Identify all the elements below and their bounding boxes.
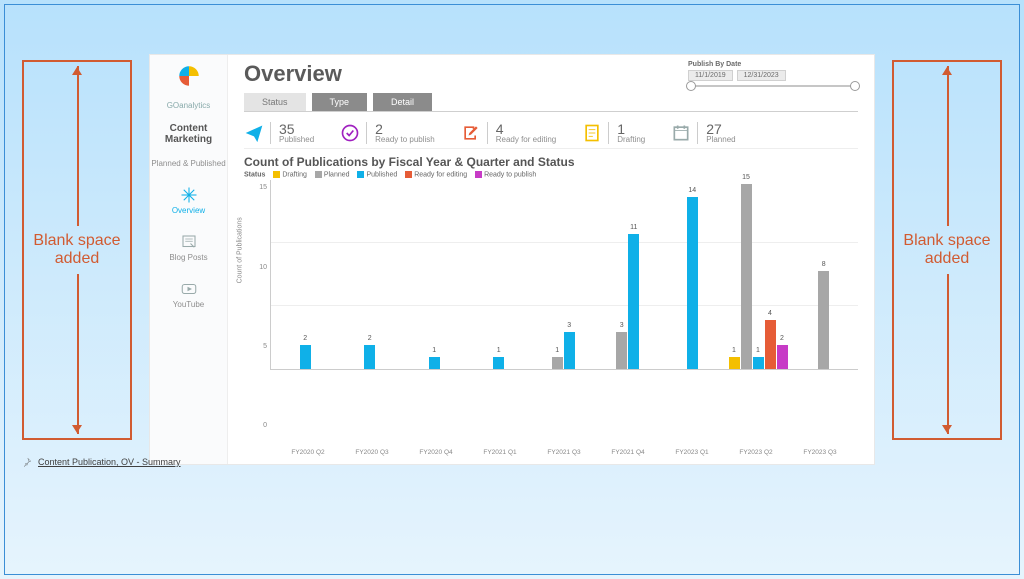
sidebar-item-overview[interactable]: Overview [150,182,227,219]
paper-plane-icon [244,123,264,143]
footer-label: Content Publication, OV - Summary [38,457,181,467]
chart-x-axis: FY2020 Q2FY2020 Q3FY2020 Q4FY2021 Q1FY20… [270,445,858,456]
snowflake-icon [180,186,198,204]
bar[interactable]: 8 [818,271,829,370]
youtube-icon [180,280,198,298]
tab-row: Status Type Detail [244,93,858,112]
bar[interactable]: 3 [564,332,575,369]
bar[interactable]: 1 [552,357,563,369]
sidebar-item-planned-published[interactable]: Planned & Published [150,155,227,172]
bar[interactable]: 1 [493,357,504,369]
tab-status[interactable]: Status [244,93,306,111]
sidebar-item-youtube[interactable]: YouTube [150,276,227,313]
main-content: Overview Publish By Date 11/1/2019 12/31… [228,55,874,464]
sidebar-item-label: YouTube [173,300,204,309]
annotation-text: Blank space added [894,232,1000,267]
bar[interactable]: 1 [753,357,764,369]
tab-detail[interactable]: Detail [373,93,432,111]
bar-group: 2 [277,184,334,369]
bar[interactable]: 15 [741,184,752,369]
bar[interactable]: 4 [765,320,776,369]
y-axis-label: Count of Publications [237,217,244,283]
bar[interactable]: 14 [687,197,698,370]
tab-type[interactable]: Type [312,93,368,111]
bar-group: 311 [600,184,657,369]
calendar-icon [671,123,691,143]
bar[interactable]: 2 [364,345,375,370]
sidebar-section-title: Content Marketing [150,124,227,145]
sidebar-item-label: Overview [172,206,205,215]
bar-group: 8 [796,184,853,369]
slider-handle-left[interactable] [686,81,696,91]
date-from-box[interactable]: 11/1/2019 [688,70,733,81]
bar-group: 14 [664,184,721,369]
bar-group: 115142 [729,184,788,369]
brand-logo-icon [176,63,202,91]
page-title: Overview [244,61,342,87]
kpi-drafting: 1Drafting [582,122,645,144]
dashboard-panel: GOanalytics Content Marketing Planned & … [150,55,874,464]
chart-y-axis: Count of Publications 151050 [244,180,270,445]
chart-title: Count of Publications by Fiscal Year & Q… [244,155,858,169]
kpi-ready-to-publish: 2Ready to publish [340,122,435,144]
bar[interactable]: 11 [628,234,639,370]
bar-group: 1 [471,184,528,369]
slide-footer: Content Publication, OV - Summary [22,457,181,467]
kpi-planned: 27Planned [671,122,735,144]
bar[interactable]: 2 [777,345,788,370]
sidebar: GOanalytics Content Marketing Planned & … [150,55,228,464]
bar[interactable]: 1 [729,357,740,369]
edit-icon [461,123,481,143]
bar[interactable]: 1 [429,357,440,369]
chart-plot: 221113311141151428 [270,180,858,370]
bar-group: 13 [535,184,592,369]
kpi-published: 35Published [244,122,314,144]
annotation-text: Blank space added [24,232,130,267]
check-circle-icon [340,123,360,143]
right-annotation-box: Blank space added [892,60,1002,440]
left-annotation-box: Blank space added [22,60,132,440]
pin-icon [22,457,32,467]
bar[interactable]: 2 [300,345,311,370]
date-range-slider[interactable]: Publish By Date 11/1/2019 12/31/2023 [688,61,858,87]
kpi-ready-for-editing: 4Ready for editing [461,122,556,144]
blog-icon [180,233,198,251]
slider-handle-right[interactable] [850,81,860,91]
bar-group: 2 [342,184,399,369]
date-to-box[interactable]: 12/31/2023 [737,70,786,81]
chart-area: Count of Publications 151050 22111331114… [244,180,858,445]
date-range-label: Publish By Date [688,61,858,68]
draft-icon [582,123,602,143]
kpi-row: 35Published 2Ready to publish 4Ready for… [244,116,858,149]
sidebar-item-blog-posts[interactable]: Blog Posts [150,229,227,266]
brand-name: GOanalytics [167,101,211,110]
chart-legend: Status Drafting Planned Published Ready … [244,171,858,178]
bar[interactable]: 3 [616,332,627,369]
sidebar-item-label: Blog Posts [169,253,207,262]
sidebar-item-label: Planned & Published [151,159,225,168]
bar-group: 1 [406,184,463,369]
slider-track[interactable] [688,85,858,87]
